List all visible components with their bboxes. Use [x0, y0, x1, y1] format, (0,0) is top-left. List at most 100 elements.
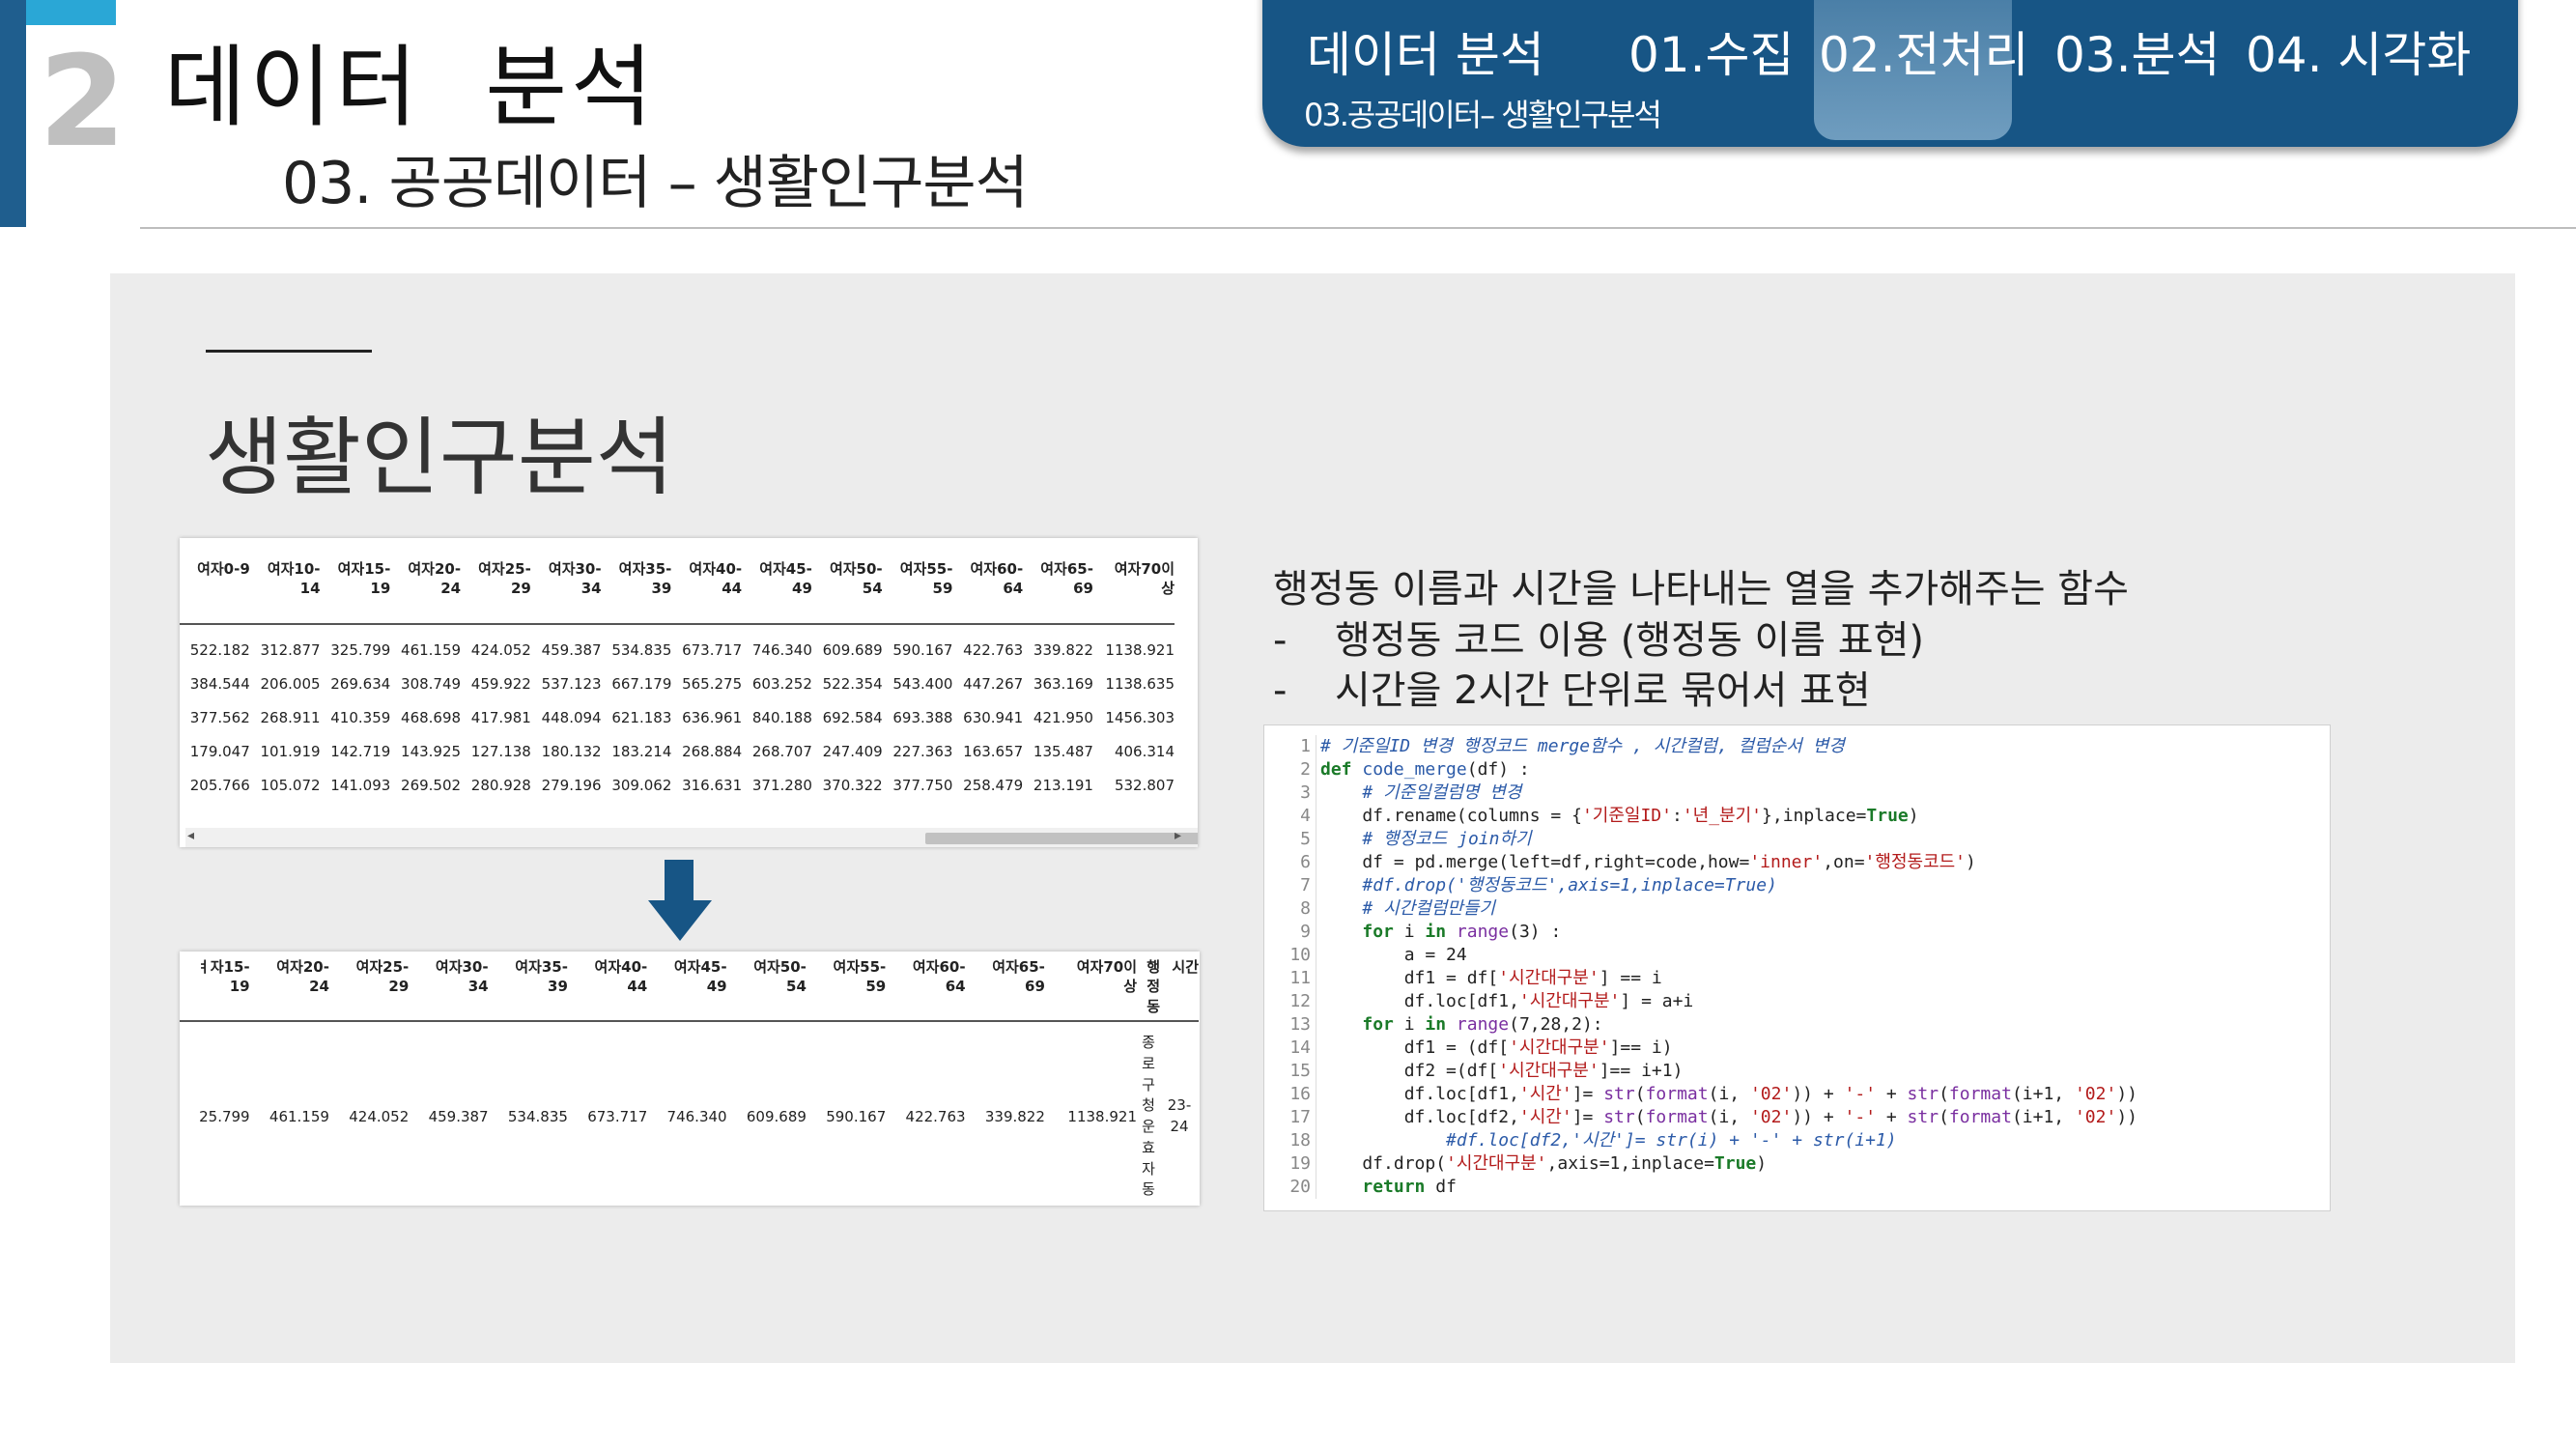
scrollbar-thumb[interactable]	[925, 833, 1198, 844]
table-cell: 565.275	[682, 674, 743, 693]
bullet-text: 행정동 코드 이용 (행정동 이름 표현)	[1335, 618, 1924, 663]
column-header: 여자40- 44	[567, 957, 648, 1022]
column-header: 여자30- 34	[530, 559, 602, 625]
bullet-dash: -	[1273, 668, 1288, 713]
table-cell: 532.807	[1114, 776, 1175, 794]
table-row: 179.047 101.919 142.719 143.925 127.138 180.1…	[180, 734, 1175, 768]
nav-item-visualize[interactable]: 04. 시각화	[2246, 31, 2471, 79]
line-number: 6	[1300, 852, 1311, 872]
table-cell: 424.052	[470, 640, 531, 659]
table-cell: 459.922	[470, 674, 531, 693]
table-cell: 213.191	[1033, 776, 1093, 794]
table-cell: 25.799	[199, 1108, 250, 1125]
table-cell: 422.763	[905, 1108, 966, 1125]
table-cell: 339.822	[984, 1108, 1045, 1125]
table-cell: 410.359	[330, 708, 391, 726]
table-cell: 205.766	[189, 776, 250, 794]
code-line: df.drop('시간대구분',axis=1,inplace=True)	[1320, 1153, 1768, 1174]
code-line: for i in range(3) :	[1362, 922, 1562, 942]
table-cell: 603.252	[751, 674, 812, 693]
heading-rule	[206, 350, 372, 353]
table-cell: 141.093	[330, 776, 391, 794]
line-number: 17	[1289, 1107, 1311, 1127]
code-block: 1 2 3 4 5 6 7 8 9 10 11 12 13 14 15 16 17 18 19 20 # 기준일ID …	[1263, 724, 2331, 1211]
column-header: 여자45- 49	[647, 957, 727, 1022]
table-cell: 363.169	[1033, 674, 1093, 693]
bullet-text: 시간을 2시간 단위로 묶어서 표현	[1335, 668, 1871, 713]
line-numbers: 1 2 3 4 5 6 7 8 9 10 11 12 13 14 15 16 17 18 19 20	[1264, 735, 1316, 1199]
line-number: 15	[1289, 1061, 1311, 1081]
accent-bar-dark	[0, 0, 26, 227]
table-cell: 23- 24	[1167, 1096, 1192, 1135]
table-row: 205.766 105.072 141.093 269.502 280.928 279.1…	[180, 768, 1175, 802]
table-cell: 377.750	[892, 776, 953, 794]
column-header: 여자60- 64	[952, 559, 1024, 625]
table-cell: 183.214	[611, 742, 672, 760]
down-arrow-icon	[665, 860, 694, 902]
column-header: 여자50- 54	[811, 559, 883, 625]
table-cell: 421.950	[1033, 708, 1093, 726]
nav-item-collect[interactable]: 01.수집	[1628, 31, 1795, 79]
table-cell: 1138.921	[1105, 640, 1175, 659]
table-cell: 667.179	[611, 674, 672, 693]
scroll-right-icon[interactable]: ▸	[1175, 828, 1181, 843]
table-cell: 621.183	[611, 708, 672, 726]
column-header: 여자55- 59	[882, 559, 953, 625]
table-cell: 746.340	[751, 640, 812, 659]
scroll-left-icon[interactable]: ◂	[187, 828, 194, 843]
table-cell: 384.544	[189, 674, 250, 693]
code-line: df.loc[df1,'시간']= str(format(i, '02')) +…	[1320, 1084, 2138, 1104]
table-cell: 269.502	[401, 776, 462, 794]
column-header: 여자40- 44	[671, 559, 743, 625]
table-cell: 143.925	[401, 742, 462, 760]
code-line: df.rename(columns = {'기준일ID':'년_분기'},inp…	[1320, 806, 1919, 826]
table-cell: 543.400	[892, 674, 953, 693]
table-cell: 312.877	[260, 640, 321, 659]
code-line: df1 = df['시간대구분'] == i	[1320, 968, 1662, 988]
column-header: 여자35- 39	[601, 559, 672, 625]
column-header: 여자70이 상	[1044, 957, 1137, 1022]
nav-item-preprocess[interactable]: 02.전처리	[1819, 31, 2029, 79]
line-number: 4	[1300, 806, 1311, 826]
table-cell: 522.182	[189, 640, 250, 659]
line-number: 10	[1289, 945, 1311, 965]
content-heading: 생활인구분석	[205, 408, 674, 507]
table-cell: 308.749	[401, 674, 462, 693]
column-header: 여자70이 상	[1092, 559, 1175, 625]
line-number: 12	[1289, 991, 1311, 1011]
table-cell: 179.047	[189, 742, 250, 760]
table-cell: 590.167	[826, 1108, 887, 1125]
table-cell: 673.717	[682, 640, 743, 659]
line-number: 19	[1289, 1153, 1311, 1174]
table-cell: 268.911	[260, 708, 321, 726]
table-cell: 105.072	[260, 776, 321, 794]
table-cell: 534.835	[507, 1108, 568, 1125]
code-line: # 기준일컬럼명 변경	[1362, 782, 1522, 803]
table-cell: 609.689	[822, 640, 883, 659]
line-number: 8	[1300, 898, 1311, 919]
accent-bar-light	[26, 0, 116, 25]
line-number: 20	[1289, 1177, 1311, 1197]
table-cell: 325.799	[330, 640, 391, 659]
code-line: # 기준일ID 변경 행정코드 merge함수 , 시간컬럼, 컬럼순서 변경	[1320, 736, 1845, 756]
table-row: 25.799 461.159 424.052 459.387 534.835 673.71…	[180, 1021, 1199, 1204]
table-cell: 448.094	[541, 708, 602, 726]
table-cell: 135.487	[1033, 742, 1093, 760]
table-cell: 459.387	[541, 640, 602, 659]
code-line: #df.drop('행정동코드',axis=1,inplace=True)	[1362, 875, 1777, 895]
code-line: a = 24	[1320, 945, 1467, 965]
table-row: 522.182 312.877 325.799 461.159 424.052 459.3…	[180, 624, 1175, 667]
table-cell: 316.631	[682, 776, 743, 794]
page-subtitle: 03. 공공데이터 – 생활인구분석	[282, 150, 1029, 217]
nav-label: 데이터 분석	[1307, 27, 1544, 83]
table-cell: 459.387	[428, 1108, 489, 1125]
table-cell: 377.562	[189, 708, 250, 726]
line-number: 1	[1300, 736, 1311, 756]
section-number: 2	[39, 28, 127, 175]
nav-sub-label: 03.공공데이터– 생활인구분석	[1304, 97, 1662, 133]
table-cell: 636.961	[682, 708, 743, 726]
nav-item-analysis[interactable]: 03.분석	[2054, 31, 2221, 79]
table-cell: 746.340	[666, 1108, 727, 1125]
down-arrow-icon-head	[648, 900, 712, 941]
line-number: 16	[1289, 1084, 1311, 1104]
